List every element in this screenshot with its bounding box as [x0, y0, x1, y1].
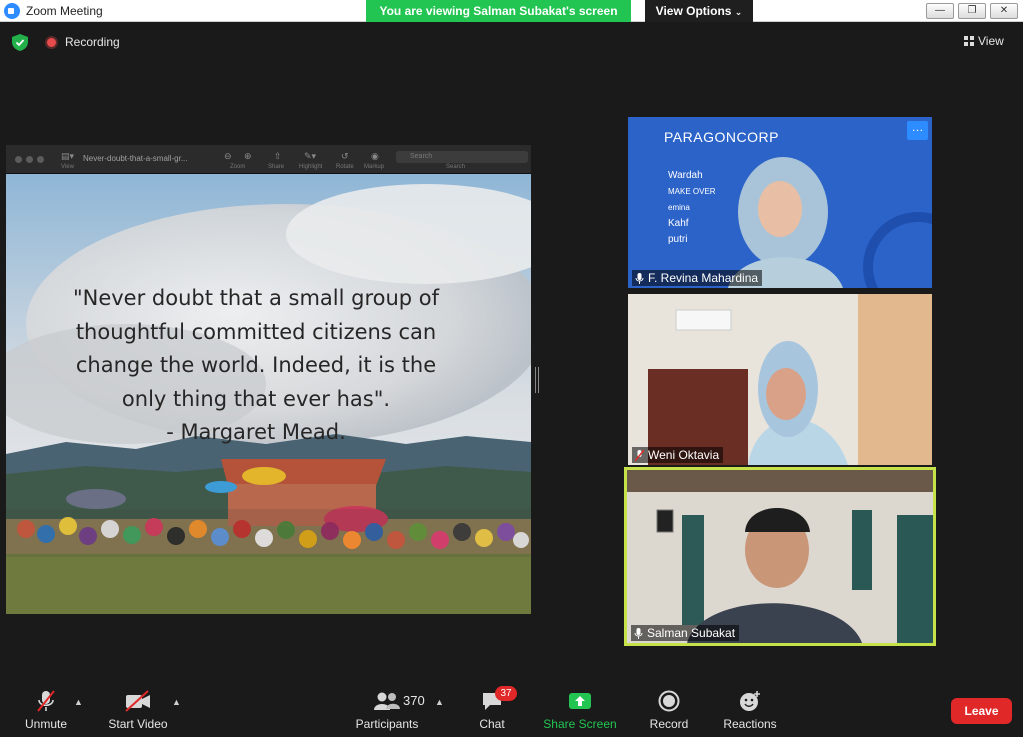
audio-options-caret[interactable]: ▲: [74, 697, 83, 707]
participant-name: Weni Oktavia: [632, 447, 724, 463]
mic-icon: [635, 273, 644, 284]
video-tile-weni[interactable]: Weni Oktavia: [628, 294, 932, 465]
chat-label: Chat: [479, 717, 505, 731]
video-tile-salman[interactable]: Salman Subakat: [624, 467, 936, 646]
participants-options-caret[interactable]: ▲: [435, 697, 444, 707]
chat-unread-badge: 37: [495, 686, 517, 701]
video-off-icon: [125, 690, 150, 712]
rotate-icon: ↺: [341, 151, 349, 161]
markup-icon: ◉: [371, 151, 379, 161]
start-video-label: Start Video: [108, 717, 168, 731]
record-icon: [658, 690, 680, 712]
video-options-caret[interactable]: ▲: [172, 697, 181, 707]
unmute-label: Unmute: [24, 717, 68, 731]
window-title: Zoom Meeting: [26, 4, 103, 18]
toolbar-label-rotate: Rotate: [336, 164, 354, 170]
participants-label: Participants: [355, 717, 419, 731]
participant-name-text: F. Revina Mahardina: [648, 271, 759, 285]
minimize-button[interactable]: —: [926, 3, 954, 19]
close-button[interactable]: ✕: [990, 3, 1018, 19]
zoom-app-icon: [4, 3, 20, 19]
sidebar-icon: ▤▾: [61, 151, 75, 161]
mic-muted-icon: [635, 450, 644, 461]
toolbar-label-highlight: Highlight: [299, 164, 323, 170]
toolbar-label-zoom: Zoom: [230, 164, 246, 170]
view-options-label: View Options: [655, 4, 732, 18]
mic-muted-icon: [37, 690, 55, 712]
participants-icon: [374, 692, 400, 710]
share-screen-label: Share Screen: [543, 717, 617, 731]
quote-photo: "Never doubt that a small group of thoug…: [6, 174, 531, 614]
mic-icon: [634, 628, 643, 639]
view-options-button[interactable]: View Options ⌄: [645, 0, 753, 22]
participant-video: [627, 470, 933, 643]
toolbar-label-share: Share: [268, 164, 285, 170]
document-filename: Never-doubt-that-a-small-gr...: [83, 154, 188, 163]
zoom-out-icon: ⊖: [224, 151, 232, 161]
reactions-label: Reactions: [723, 717, 777, 731]
chevron-down-icon: ⌄: [734, 7, 743, 17]
participant-video: [628, 294, 932, 465]
preview-toolbar: ▤▾ Never-doubt-that-a-small-gr... ⊖ ⊕ ⇧ …: [6, 145, 531, 174]
record-dot-icon: [45, 36, 58, 49]
participant-name-text: Weni Oktavia: [648, 448, 720, 462]
leave-button[interactable]: Leave: [951, 698, 1012, 724]
share-icon: ⇧: [274, 151, 282, 161]
participant-name: Salman Subakat: [631, 625, 740, 641]
quote-author: - Margaret Mead.: [166, 420, 346, 444]
quote-line: thoughtful committed citizens can: [75, 319, 437, 344]
reactions-button[interactable]: Reactions: [720, 690, 780, 731]
restore-button[interactable]: ❐: [958, 3, 986, 19]
toolbar-label-markup: Markup: [364, 164, 385, 170]
quote-line: only thing that ever has".: [121, 386, 391, 411]
recording-label: Recording: [65, 35, 120, 49]
shared-screen[interactable]: ▤▾ Never-doubt-that-a-small-gr... ⊖ ⊕ ⇧ …: [6, 145, 531, 614]
participant-count: 370: [403, 693, 425, 708]
start-video-button[interactable]: Start Video: [104, 690, 172, 731]
view-button[interactable]: View: [960, 30, 1004, 52]
quote-line: change the world. Indeed, it is the: [75, 353, 437, 377]
highlight-icon: ✎▾: [304, 151, 317, 161]
quote-line: "Never doubt that a small group of: [72, 286, 440, 310]
participant-name: F. Revina Mahardina: [632, 270, 763, 286]
zoom-window: Zoom Meeting You are viewing Salman Suba…: [0, 0, 1023, 737]
tile1-overlay: F. Revina Mahardina: [628, 117, 932, 288]
preview-search-input: Search: [396, 151, 528, 163]
record-label: Record: [649, 717, 689, 731]
view-label: View: [978, 34, 1004, 48]
shield-icon[interactable]: [12, 34, 28, 51]
record-button[interactable]: Record: [646, 690, 692, 731]
toolbar-label-view: View: [61, 164, 74, 170]
zoom-in-icon: ⊕: [244, 151, 252, 161]
viewing-screen-banner: You are viewing Salman Subakat's screen: [366, 0, 631, 22]
unmute-button[interactable]: Unmute: [20, 690, 72, 731]
title-bar: Zoom Meeting You are viewing Salman Suba…: [0, 0, 1023, 22]
grid-view-icon: [964, 36, 974, 46]
share-screen-icon: [569, 693, 591, 709]
reactions-icon: [740, 691, 760, 711]
share-screen-button[interactable]: Share Screen: [542, 690, 618, 731]
splitter-handle[interactable]: [535, 367, 539, 393]
toolbar-label-search: Search: [446, 164, 466, 170]
quote-text: "Never doubt that a small group of thoug…: [46, 282, 466, 450]
participant-name-text: Salman Subakat: [647, 626, 736, 640]
